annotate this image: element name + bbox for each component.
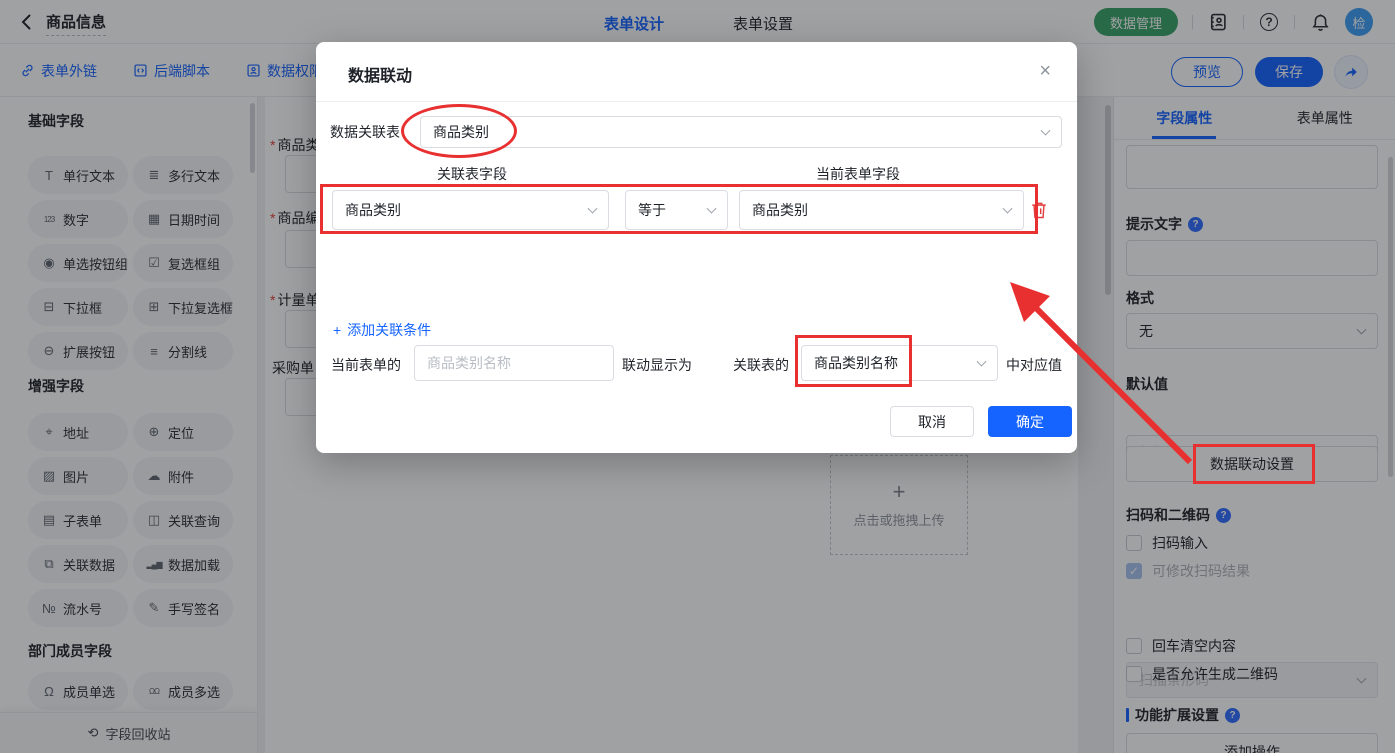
confirm-button[interactable]: 确定: [988, 406, 1072, 437]
condition-left-select[interactable]: 商品类别: [332, 190, 609, 230]
relation-table-select[interactable]: 商品类别: [420, 116, 1062, 148]
chevron-down-icon: [587, 203, 598, 214]
plus-icon: +: [333, 322, 342, 338]
display-field-select[interactable]: 商品类别名称: [801, 345, 998, 381]
condition-right-select[interactable]: 商品类别: [739, 190, 1024, 230]
close-icon[interactable]: ×: [1039, 60, 1051, 82]
related-table-prefix: 关联表的: [733, 357, 789, 373]
column-header-current-field: 当前表单字段: [816, 166, 900, 182]
column-header-related-field: 关联表字段: [437, 166, 507, 182]
chevron-down-icon: [976, 356, 987, 367]
data-linkage-modal: 数据联动 × 数据关联表 商品类别 关联表字段 当前表单字段 商品类别 等于 商…: [316, 42, 1077, 453]
current-form-prefix: 当前表单的: [331, 357, 401, 373]
chevron-down-icon: [706, 203, 717, 214]
add-condition-link[interactable]: + 添加关联条件: [333, 320, 431, 340]
linkage-display-as-label: 联动显示为: [622, 357, 692, 373]
trash-icon[interactable]: [1030, 200, 1048, 220]
form-designer-app: 商品信息 表单设计 表单设置 数据管理 ? 检 表单外链 后端脚本 数据权限 预…: [0, 0, 1395, 753]
current-field-input[interactable]: [414, 345, 614, 381]
divider: [316, 101, 1077, 102]
relation-table-label: 数据关联表: [330, 124, 400, 140]
modal-title: 数据联动: [348, 68, 413, 85]
chevron-down-icon: [1040, 125, 1051, 136]
corresponding-value-suffix: 中对应值: [1006, 357, 1062, 373]
cancel-button[interactable]: 取消: [890, 406, 974, 437]
condition-operator-select[interactable]: 等于: [625, 190, 728, 230]
chevron-down-icon: [1002, 203, 1013, 214]
